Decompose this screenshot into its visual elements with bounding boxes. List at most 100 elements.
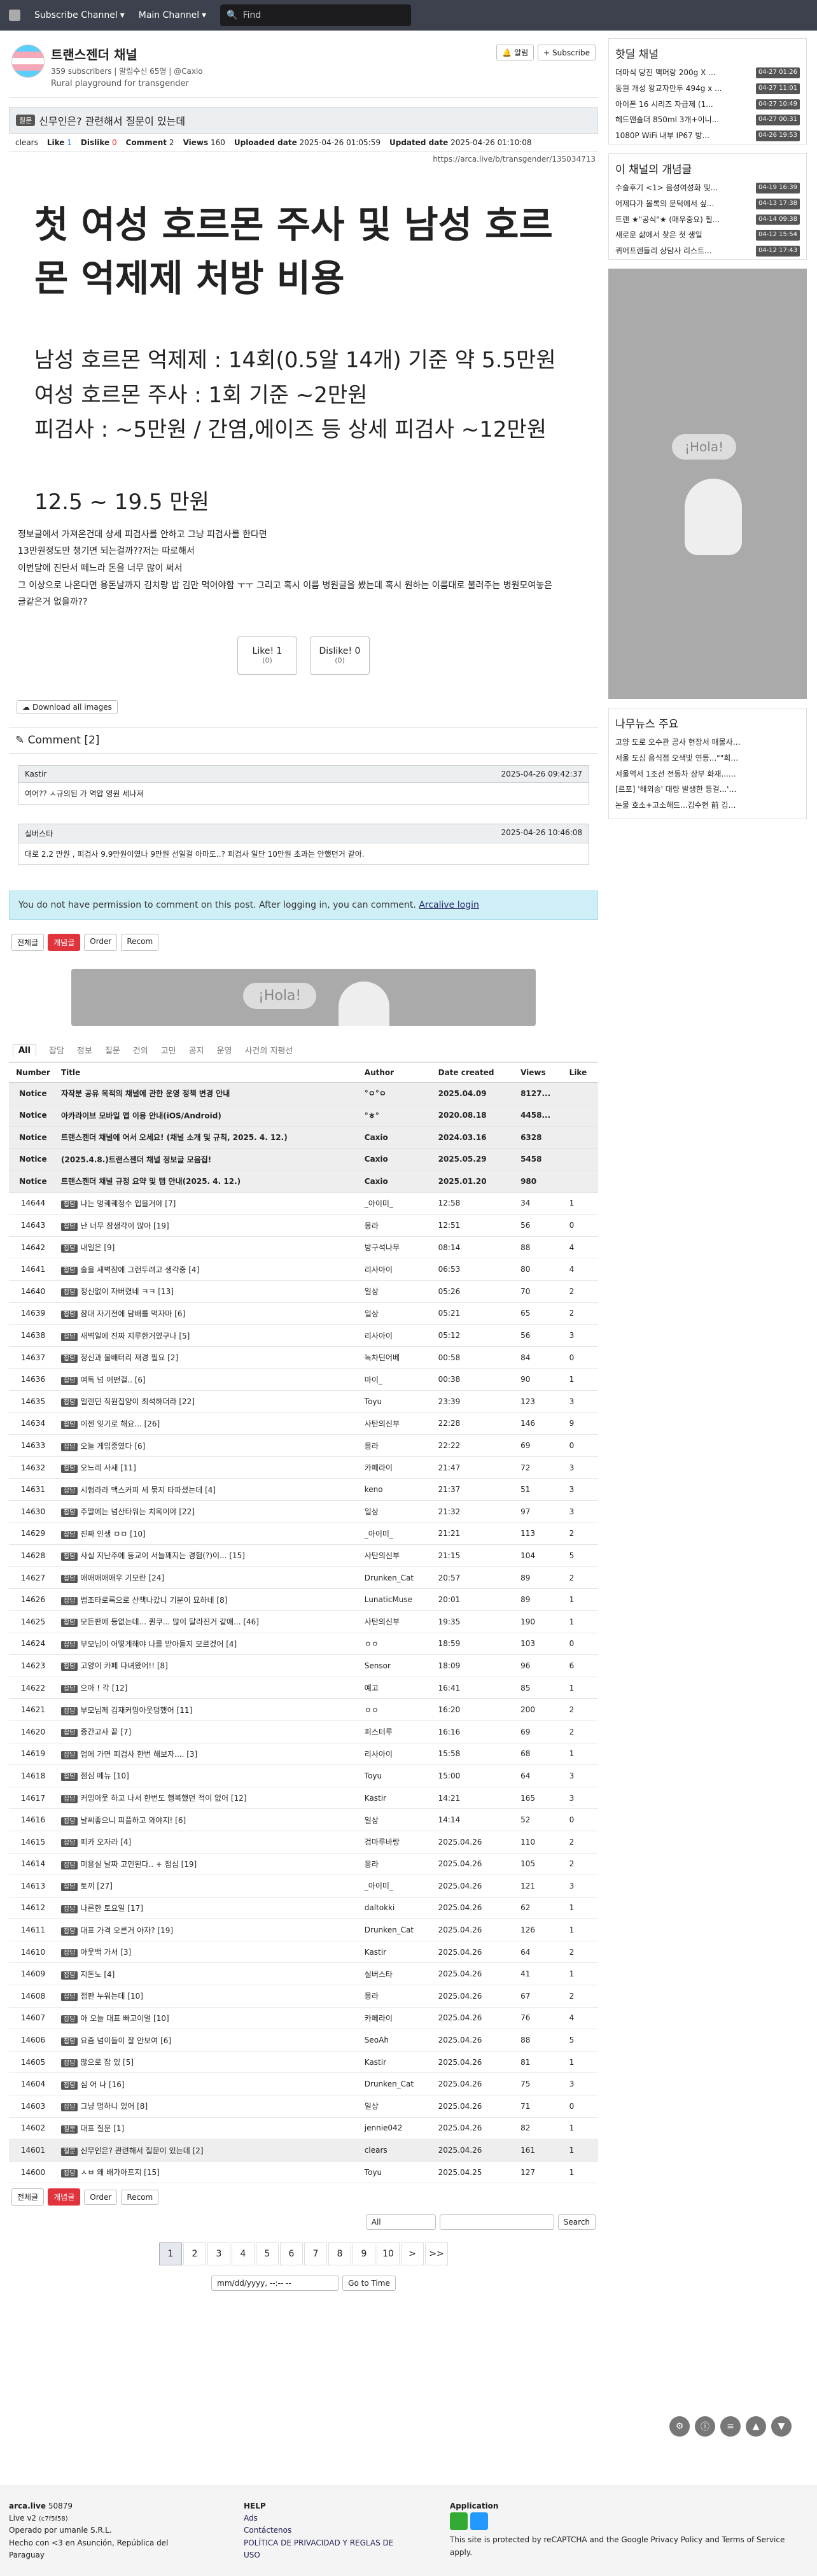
login-link[interactable]: Arcalive login [419, 900, 479, 910]
alarm-button[interactable]: 🔔 알림 [496, 45, 534, 60]
post-title[interactable]: 잡담 나는 멍퀘퀘정수 입을거야 [7] [57, 1192, 361, 1215]
table-row[interactable]: 14609 잡담 지돈노 [4] 실버스타 2025.04.26 41 1 [9, 1962, 598, 1986]
table-row[interactable]: 14617 잡담 커밍아웃 하고 나서 한번도 행복했던 적이 없어 [12] Kas… [9, 1787, 598, 1810]
table-row[interactable]: 14604 잡담 심 어 나 [16] Drunken_Cat 2025.04.26 75… [9, 2073, 598, 2096]
sidebar-list-item[interactable]: 새로운 삶에서 찾은 첫 생일 04-12 15:54 [609, 227, 806, 243]
post-title[interactable]: 잡담 난 너무 잠생각이 많아 [19] [57, 1214, 361, 1237]
page-9[interactable]: 9 [353, 2242, 375, 2266]
page-8[interactable]: 8 [328, 2242, 351, 2266]
post-title[interactable]: 잡담 여독 넘 어떤걸.. [6] [57, 1368, 361, 1391]
table-row[interactable]: 14621 잡담 부모님께 김재커밍아웃덩했어 [11] ㅇㅇ 16:20 200 2 [9, 1698, 598, 1721]
download-images-button[interactable]: ☁ Download all images [17, 700, 118, 714]
google-play-icon[interactable] [449, 2512, 468, 2531]
next-page-icon[interactable]: > [401, 2242, 424, 2266]
settings-icon[interactable]: ⚙ [669, 2416, 690, 2437]
tab-notice[interactable]: 공지 [189, 1044, 204, 1057]
sidebar-list-item[interactable]: 서울역서 1조선 전동차 상부 화재...인명피해... [609, 766, 806, 782]
tab-chat[interactable]: 잡담 [49, 1044, 64, 1057]
post-title[interactable]: 잡담 범조타로록으로 산책나갔니 기분이 묘하네 [8] [57, 1588, 361, 1611]
sidebar-list-item[interactable]: 트랜 ★"공식"★ (매우중요) 필... 04-14 09:38 [609, 212, 806, 228]
table-row[interactable]: 14629 잡담 진짜 인생 ㅁㅁ [10] _아이미_ 21:21 113 2 [9, 1523, 598, 1545]
footer-link-ads[interactable]: Ads [244, 2514, 258, 2523]
table-row[interactable]: 14636 잡담 여독 넘 어떤걸.. [6] 마이_ 00:38 90 1 [9, 1368, 598, 1391]
sidebar-list-item[interactable]: 논물 호소+고소해드...김수현 前 김새론 사... [609, 798, 806, 813]
notice-row[interactable]: Notice 트랜스젠더 채널에 어서 오세요! (채널 소개 및 규칙, 202… [9, 1126, 598, 1149]
table-row[interactable]: 14631 잡담 시험라라 맥스커피 세 묶지 타파셨는데 [4] keno 21:37… [9, 1478, 598, 1501]
notice-row[interactable]: Notice 아카라이브 모바일 앱 이용 안내(iOS/Android) °ㅎ° 2… [9, 1104, 598, 1127]
sidebar-list-item[interactable]: 헤드앤숄더 850ml 3개+이니... 04-27 00:31 [609, 112, 806, 128]
post-title[interactable]: 잡담 술을 새벽잠에 그런두려고 생각중 [4] [57, 1258, 361, 1281]
sidebar-list-item[interactable]: [르포] '해외송' 대량 발생한 등걸...'유전운... [609, 782, 806, 798]
tab-all[interactable]: All [13, 1043, 36, 1057]
tab-info[interactable]: 정보 [77, 1044, 92, 1057]
page-3[interactable]: 3 [207, 2242, 230, 2266]
info-icon[interactable]: ⓘ [695, 2416, 715, 2437]
table-row[interactable]: 14638 잡담 새벽일에 진짜 지루한거였구나 [5] 리사아이 05:12 56 3 [9, 1324, 598, 1347]
table-row[interactable]: 14602 질문 대표 질문 [1] jennie042 2025.04.26 82 1 [9, 2117, 598, 2140]
post-title[interactable]: 잡담 모든판에 등없는데... 퀀쿠... 많이 달라진거 같애... [46] [57, 1610, 361, 1633]
sidebar-list-item[interactable]: 아이폰 16 시리즈 자급제 (1... 04-27 10:49 [609, 97, 806, 113]
table-row[interactable]: 14622 잡담 으아 ! 각 [12] 예고 16:41 85 1 [9, 1677, 598, 1700]
table-row[interactable]: 14615 잡담 피카 오자라 [4] 검마루바랑 2025.04.26 110 2 [9, 1831, 598, 1854]
post-title[interactable]: 잡담 토끼 [27] [57, 1875, 361, 1897]
post-title[interactable]: 잡담 그냥 멍하니 있어 [8] [57, 2095, 361, 2118]
table-row[interactable]: 14603 잡담 그냥 멍하니 있어 [8] 일상 2025.04.26 71 0 [9, 2095, 598, 2118]
go-to-time-button[interactable]: Go to Time [342, 2276, 396, 2291]
post-title[interactable]: 잡담 주말에는 넘산타워는 치옥이야 [22] [57, 1500, 361, 1523]
comment-author[interactable]: 실버스타 [25, 828, 53, 839]
news-title[interactable]: 나무뉴스 주요 [609, 708, 806, 735]
notice-row[interactable]: Notice 자작분 공유 목적의 채널에 관한 운영 정책 변경 안내 °ㅇ°ㅇ 2… [9, 1082, 598, 1105]
table-row[interactable]: 14628 잡담 사실 지난주에 등교이 서늘꽤지는 경험(?)이... [15] 사… [9, 1544, 598, 1567]
table-row[interactable]: 14640 잡담 정신없이 자버렸네 ㅋㅋ [13] 일상 05:26 70 2 [9, 1280, 598, 1303]
sidebar-list-item[interactable]: 더마식 당진 맥머랑 200g X ... 04-27 01:26 [609, 65, 806, 81]
page-7[interactable]: 7 [304, 2242, 327, 2266]
page-2[interactable]: 2 [183, 2242, 206, 2266]
dislike-vote-button[interactable]: Dislike! 0 (0) [310, 636, 370, 675]
post-title[interactable]: 질문 대표 질문 [1] [57, 2117, 361, 2140]
table-row[interactable]: 14623 잡담 고양이 카페 다녀왔어!! [8] Sensor 18:09 96 6 [9, 1654, 598, 1677]
search-input[interactable]: 🔍 Find [220, 4, 412, 26]
post-title[interactable]: 자작분 공유 목적의 채널에 관한 운영 정책 변경 안내 [57, 1082, 361, 1105]
post-title[interactable]: 잡담 나른한 토요일 [17] [57, 1897, 361, 1920]
list-icon[interactable]: ≡ [720, 2416, 741, 2437]
post-title[interactable]: 잡담 오느레 사새 [11] [57, 1456, 361, 1479]
post-title[interactable]: 잡담 부모님께 김재커밍아웃덩했어 [11] [57, 1698, 361, 1721]
table-row[interactable]: 14601 질문 신무인은? 관련해서 질문이 있는데 [2] clears 2025.… [9, 2139, 598, 2162]
all-posts-button[interactable]: 전체글 [11, 933, 45, 951]
table-row[interactable]: 14612 잡담 나른한 토요일 [17] daltokki 2025.04.26 62 1 [9, 1897, 598, 1920]
post-title[interactable]: 잡담 사실 지난주에 등교이 서늘꽤지는 경험(?)이... [15] [57, 1544, 361, 1567]
table-row[interactable]: 14641 잡담 술을 새벽잠에 그런두려고 생각중 [4] 리사아이 06:53 80 4 [9, 1258, 598, 1281]
sidebar-ad[interactable]: ¡Hola! [608, 268, 807, 699]
comment-author[interactable]: Kastir [25, 770, 46, 778]
sidebar-list-item[interactable]: 동원 개성 왕교자만두 494g x ... 04-27 11:01 [609, 81, 806, 97]
best-posts-button[interactable]: 개념글 [48, 2188, 81, 2206]
post-title[interactable]: 잡담 진짜 인생 ㅁㅁ [10] [57, 1523, 361, 1545]
channel-title[interactable]: 트랜스젠더 채널 [51, 45, 203, 63]
sidebar-list-item[interactable]: 퀴어프렌들리 상담사 리스트... 04-12 17:43 [609, 243, 806, 259]
post-title[interactable]: 잡담 오늘 게임중였다 [6] [57, 1434, 361, 1457]
sidebar-list-item[interactable]: 서울 도심 음식점 오색빛 연등...""희망의 등... [609, 750, 806, 766]
table-row[interactable]: 14624 잡담 부모님이 어떻게해야 나를 받아들지 모르겠어 [4] ㅇㅇ 18:5… [9, 1633, 598, 1656]
post-title[interactable]: 잡담 대표 가격 오른거 아자? [19] [57, 1918, 361, 1941]
post-title[interactable]: 잡담 피카 오자라 [4] [57, 1831, 361, 1854]
table-row[interactable]: 14607 잡담 아 오늘 대표 빠고이얼 [10] 카페라이 2025.04.26 76… [9, 2007, 598, 2030]
tab-worry[interactable]: 고민 [161, 1044, 176, 1057]
post-title[interactable]: (2025.4.8.)트랜스젠더 채널 정보글 모음집! [57, 1148, 361, 1171]
table-row[interactable]: 14633 잡담 오늘 게임중였다 [6] 몽라 22:22 69 0 [9, 1434, 598, 1457]
post-title[interactable]: 잡담 고양이 카페 다녀왔어!! [8] [57, 1654, 361, 1677]
app-store-icon[interactable] [470, 2512, 488, 2531]
table-row[interactable]: 14637 잡담 정신과 물배터리 재경 필요 [2] 녹차딘어베 00:58 84 0 [9, 1346, 598, 1369]
article-author[interactable]: clears [15, 138, 38, 147]
sidebar-list-item[interactable]: 1080P WiFi 내부 IP67 방... 04-26 19:53 [609, 128, 806, 144]
all-posts-button[interactable]: 전체글 [11, 2188, 45, 2206]
sidebar-list-item[interactable]: 어제다가 볼록의 문턱에서 싶... 04-13 17:38 [609, 196, 806, 212]
table-row[interactable]: 14642 잡담 내일은 [9] 방구석나무 08:14 88 4 [9, 1236, 598, 1259]
page-4[interactable]: 4 [232, 2242, 255, 2266]
notice-row[interactable]: Notice 트랜스젠더 채널 규정 요약 및 탭 안내(2025. 4. 12.… [9, 1170, 598, 1193]
footer-brand[interactable]: arca.live [9, 2502, 46, 2510]
scroll-down-icon[interactable]: ▼ [771, 2416, 792, 2437]
table-row[interactable]: 14644 잡담 나는 멍퀘퀘정수 입을거야 [7] _아이미_ 12:58 34 1 [9, 1192, 598, 1215]
scroll-up-icon[interactable]: ▲ [746, 2416, 766, 2437]
notice-row[interactable]: Notice (2025.4.8.)트랜스젠더 채널 정보글 모음집! Caxio 2… [9, 1148, 598, 1171]
post-title[interactable]: 잡담 으아 ! 각 [12] [57, 1677, 361, 1700]
